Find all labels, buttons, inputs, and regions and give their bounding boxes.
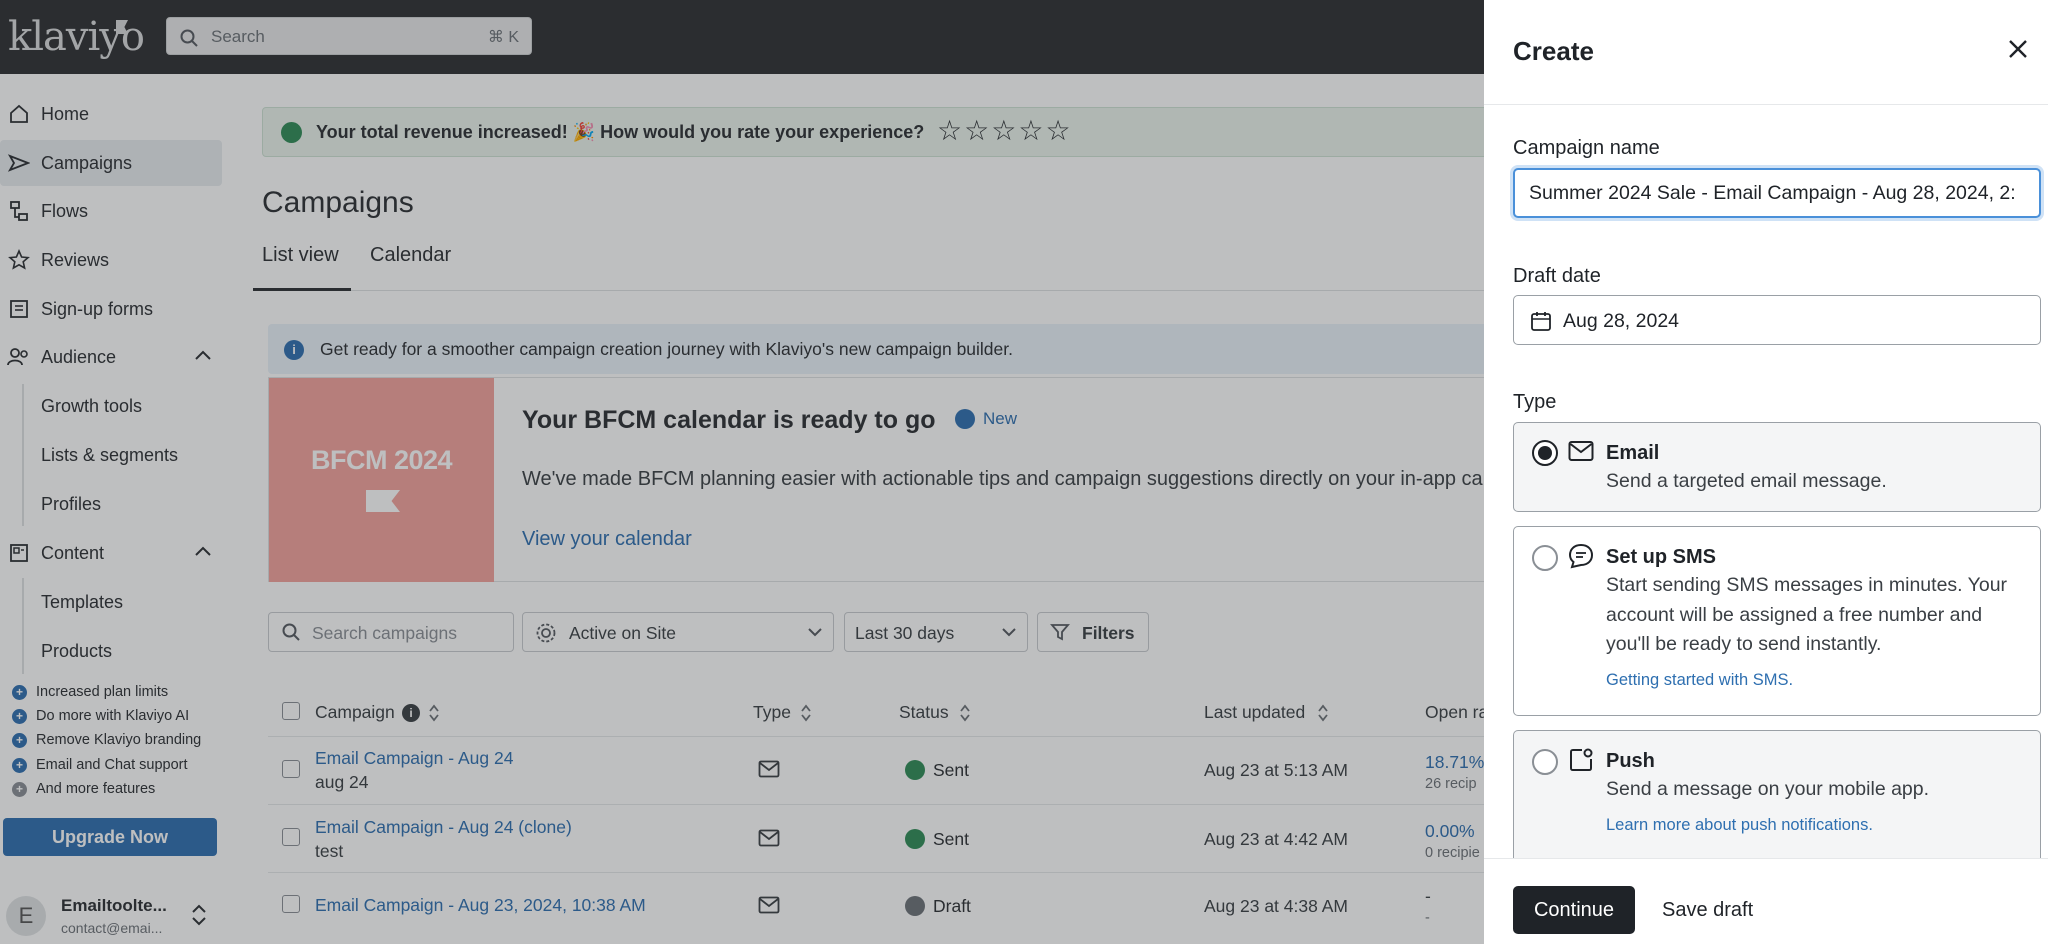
type-option-description: Start sending SMS messages in minutes. Y… [1606,574,2008,655]
type-option-title: Push [1606,750,1655,772]
sms-radio[interactable] [1532,545,1558,571]
push-notification-icon [1570,748,1593,771]
continue-button[interactable]: Continue [1513,886,1635,934]
draft-date-value: Aug 28, 2024 [1563,310,1680,332]
email-icon [1568,441,1594,461]
create-campaign-panel: Create Campaign name Draft date Aug 28, … [1484,0,2048,944]
close-button[interactable] [2004,36,2032,64]
campaign-name-label: Campaign name [1513,137,1660,159]
type-option-description: Send a targeted email message. [1606,470,1887,492]
type-option-title: Email [1606,442,1660,464]
type-label: Type [1513,391,1557,413]
type-option-push[interactable]: Push Send a message on your mobile app. … [1513,730,2041,858]
close-icon [2009,39,2027,58]
chat-bubble-icon [1568,543,1594,569]
panel-title: Create [1513,36,1594,66]
sms-getting-started-link[interactable]: Getting started with SMS. [1606,671,1793,690]
campaign-name-input[interactable] [1513,168,2041,218]
draft-date-field[interactable]: Aug 28, 2024 [1513,295,2041,345]
email-radio[interactable] [1532,440,1558,466]
type-option-sms[interactable]: Set up SMS Start sending SMS messages in… [1513,526,2041,716]
type-option-title: Set up SMS [1606,546,1717,568]
type-option-email[interactable]: Email Send a targeted email message. [1513,422,2041,512]
type-option-description: Send a message on your mobile app. [1606,778,1930,800]
calendar-icon [1531,312,1551,331]
footer-divider [1484,858,2048,859]
push-radio[interactable] [1532,749,1558,775]
save-draft-button[interactable]: Save draft [1662,886,1753,934]
panel-divider [1484,104,2048,105]
push-learn-more-link[interactable]: Learn more about push notifications. [1606,816,1873,835]
draft-date-label: Draft date [1513,265,1601,287]
